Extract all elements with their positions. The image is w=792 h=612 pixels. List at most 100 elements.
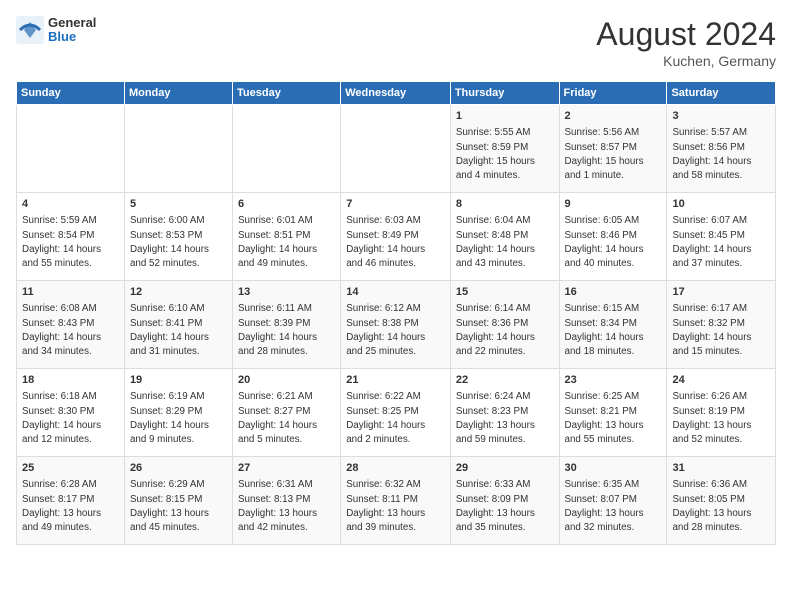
calendar-cell: 21Sunrise: 6:22 AMSunset: 8:25 PMDayligh… [341,369,451,457]
week-row-4: 18Sunrise: 6:18 AMSunset: 8:30 PMDayligh… [17,369,776,457]
day-info: Sunrise: 6:15 AMSunset: 8:34 PMDaylight:… [565,302,662,359]
calendar-cell [124,105,232,193]
calendar-cell: 31Sunrise: 6:36 AMSunset: 8:05 PMDayligh… [667,457,776,545]
day-info: Sunrise: 6:26 AMSunset: 8:19 PMDaylight:… [672,390,770,447]
calendar-cell: 22 Sunrise: 6:24 AMSunset: 8:23 PMDayligh… [450,369,559,457]
day-number: 24 [672,373,770,388]
day-number: 8 [456,197,554,212]
title-block: August 2024 Kuchen, Germany [596,16,776,69]
day-number: 26 [130,461,227,476]
calendar-cell: 24 Sunrise: 6:26 AMSunset: 8:19 PMDayligh… [667,369,776,457]
day-info: Sunrise: 6:29 AMSunset: 8:15 PMDaylight:… [130,478,227,535]
logo-blue: Blue [48,30,96,44]
calendar-cell: 15 Sunrise: 6:14 AMSunset: 8:36 PMDayligh… [450,281,559,369]
calendar-cell: 1Sunrise: 5:55 AMSunset: 8:59 PMDaylight… [450,105,559,193]
calendar-cell: 23 Sunrise: 6:25 AMSunset: 8:21 PMDayligh… [559,369,667,457]
day-number: 12 [130,285,227,300]
day-number: 16 [565,285,662,300]
day-number: 10 [672,197,770,212]
calendar-cell: 8 Sunrise: 6:04 AMSunset: 8:48 PMDaylight… [450,193,559,281]
day-info: Sunrise: 6:12 AMSunset: 8:38 PMDaylight:… [346,302,445,359]
day-number: 27 [238,461,335,476]
day-number: 4 [22,197,119,212]
day-number: 9 [565,197,662,212]
day-info: Sunrise: 6:04 AMSunset: 8:48 PMDaylight:… [456,214,554,271]
day-info: Sunrise: 6:17 AMSunset: 8:32 PMDaylight:… [672,302,770,359]
calendar-cell [17,105,125,193]
week-row-2: 4 Sunrise: 5:59 AMSunset: 8:54 PMDaylight… [17,193,776,281]
calendar-cell: 12 Sunrise: 6:10 AMSunset: 8:41 PMDayligh… [124,281,232,369]
day-number: 5 [130,197,227,212]
day-info: Sunrise: 6:05 AMSunset: 8:46 PMDaylight:… [565,214,662,271]
day-number: 25 [22,461,119,476]
day-info: Sunrise: 6:33 AMSunset: 8:09 PMDaylight:… [456,478,554,535]
day-info: Sunrise: 6:01 AMSunset: 8:51 PMDaylight:… [238,214,335,271]
col-header-friday: Friday [559,82,667,105]
day-info: Sunrise: 6:03 AMSunset: 8:49 PMDaylight:… [346,214,445,271]
week-row-5: 25 Sunrise: 6:28 AMSunset: 8:17 PMDayligh… [17,457,776,545]
day-number: 6 [238,197,335,212]
calendar-cell: 18Sunrise: 6:18 AMSunset: 8:30 PMDayligh… [17,369,125,457]
col-header-tuesday: Tuesday [233,82,341,105]
calendar-cell: 20Sunrise: 6:21 AMSunset: 8:27 PMDayligh… [233,369,341,457]
day-number: 19 [130,373,227,388]
calendar-cell: 28 Sunrise: 6:32 AMSunset: 8:11 PMDayligh… [341,457,451,545]
day-info: Sunrise: 6:00 AMSunset: 8:53 PMDaylight:… [130,214,227,271]
location-subtitle: Kuchen, Germany [596,53,776,69]
day-number: 7 [346,197,445,212]
day-info: Sunrise: 6:24 AMSunset: 8:23 PMDaylight:… [456,390,554,447]
header-row: SundayMondayTuesdayWednesdayThursdayFrid… [17,82,776,105]
day-info: Sunrise: 6:19 AMSunset: 8:29 PMDaylight:… [130,390,227,447]
day-number: 21 [346,373,445,388]
day-info: Sunrise: 6:25 AMSunset: 8:21 PMDaylight:… [565,390,662,447]
day-number: 3 [672,109,770,124]
day-number: 30 [565,461,662,476]
calendar-cell: 19 Sunrise: 6:19 AMSunset: 8:29 PMDayligh… [124,369,232,457]
calendar-cell: 17Sunrise: 6:17 AMSunset: 8:32 PMDayligh… [667,281,776,369]
day-info: Sunrise: 6:11 AMSunset: 8:39 PMDaylight:… [238,302,335,359]
calendar-table: SundayMondayTuesdayWednesdayThursdayFrid… [16,81,776,545]
day-number: 18 [22,373,119,388]
col-header-monday: Monday [124,82,232,105]
day-number: 15 [456,285,554,300]
col-header-wednesday: Wednesday [341,82,451,105]
day-number: 22 [456,373,554,388]
calendar-cell: 30Sunrise: 6:35 AMSunset: 8:07 PMDayligh… [559,457,667,545]
day-number: 29 [456,461,554,476]
day-number: 13 [238,285,335,300]
day-info: Sunrise: 6:36 AMSunset: 8:05 PMDaylight:… [672,478,770,535]
day-info: Sunrise: 5:57 AMSunset: 8:56 PMDaylight:… [672,126,770,183]
day-info: Sunrise: 5:59 AMSunset: 8:54 PMDaylight:… [22,214,119,271]
calendar-cell: 6 Sunrise: 6:01 AMSunset: 8:51 PMDaylight… [233,193,341,281]
day-number: 14 [346,285,445,300]
calendar-cell: 5 Sunrise: 6:00 AMSunset: 8:53 PMDaylight… [124,193,232,281]
calendar-cell: 2 Sunrise: 5:56 AMSunset: 8:57 PMDaylight… [559,105,667,193]
col-header-thursday: Thursday [450,82,559,105]
day-info: Sunrise: 6:08 AMSunset: 8:43 PMDaylight:… [22,302,119,359]
calendar-cell: 27 Sunrise: 6:31 AMSunset: 8:13 PMDayligh… [233,457,341,545]
day-info: Sunrise: 6:21 AMSunset: 8:27 PMDaylight:… [238,390,335,447]
day-info: Sunrise: 6:10 AMSunset: 8:41 PMDaylight:… [130,302,227,359]
calendar-cell: 29 Sunrise: 6:33 AMSunset: 8:09 PMDayligh… [450,457,559,545]
day-info: Sunrise: 6:32 AMSunset: 8:11 PMDaylight:… [346,478,445,535]
calendar-cell: 14 Sunrise: 6:12 AMSunset: 8:38 PMDayligh… [341,281,451,369]
calendar-cell: 13 Sunrise: 6:11 AMSunset: 8:39 PMDayligh… [233,281,341,369]
day-info: Sunrise: 6:28 AMSunset: 8:17 PMDaylight:… [22,478,119,535]
day-number: 11 [22,285,119,300]
calendar-cell: 10 Sunrise: 6:07 AMSunset: 8:45 PMDayligh… [667,193,776,281]
page-header: General Blue August 2024 Kuchen, Germany [16,16,776,69]
day-info: Sunrise: 5:56 AMSunset: 8:57 PMDaylight:… [565,126,662,183]
day-info: Sunrise: 6:07 AMSunset: 8:45 PMDaylight:… [672,214,770,271]
calendar-cell: 26 Sunrise: 6:29 AMSunset: 8:15 PMDayligh… [124,457,232,545]
day-number: 23 [565,373,662,388]
day-info: Sunrise: 6:14 AMSunset: 8:36 PMDaylight:… [456,302,554,359]
day-number: 2 [565,109,662,124]
calendar-cell: 9 Sunrise: 6:05 AMSunset: 8:46 PMDaylight… [559,193,667,281]
calendar-cell: 4 Sunrise: 5:59 AMSunset: 8:54 PMDaylight… [17,193,125,281]
day-info: Sunrise: 5:55 AMSunset: 8:59 PMDaylight:… [456,126,554,183]
day-number: 28 [346,461,445,476]
week-row-1: 1Sunrise: 5:55 AMSunset: 8:59 PMDaylight… [17,105,776,193]
calendar-cell: 16 Sunrise: 6:15 AMSunset: 8:34 PMDayligh… [559,281,667,369]
day-info: Sunrise: 6:31 AMSunset: 8:13 PMDaylight:… [238,478,335,535]
calendar-cell: 25 Sunrise: 6:28 AMSunset: 8:17 PMDayligh… [17,457,125,545]
